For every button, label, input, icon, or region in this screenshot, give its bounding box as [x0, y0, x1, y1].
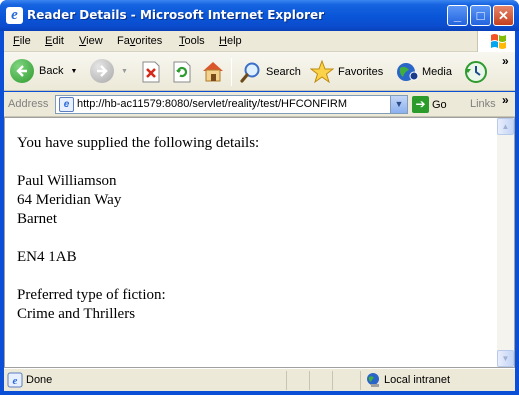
zone-label: Local intranet	[384, 374, 451, 386]
home-button[interactable]	[201, 59, 225, 83]
scroll-up-button[interactable]: ▲	[497, 118, 514, 135]
address-line-1: 64 Meridian Way	[17, 192, 122, 208]
stop-button[interactable]	[141, 61, 161, 83]
refresh-button[interactable]	[172, 61, 192, 83]
scroll-down-button[interactable]: ▼	[497, 350, 514, 367]
menu-help[interactable]: Help	[219, 35, 242, 47]
zone-cell: Local intranet	[360, 371, 515, 390]
status-text: Done	[26, 374, 53, 386]
menu-edit[interactable]: Edit	[45, 35, 64, 47]
back-dropdown-icon[interactable]: ▼	[70, 68, 77, 75]
back-label: Back	[39, 65, 64, 77]
reader-name: Paul Williamson	[17, 173, 117, 189]
reader-details-document: You have supplied the following details:…	[17, 134, 487, 324]
favorites-label: Favorites	[338, 66, 384, 78]
browser-window: e Reader Details - Microsoft Internet Ex…	[0, 0, 519, 395]
back-icon	[10, 59, 34, 83]
forward-dropdown-icon[interactable]: ▼	[121, 68, 128, 75]
address-input[interactable]: e http://hb-ac11579:8080/servlet/reality…	[55, 95, 408, 114]
status-cell	[332, 371, 354, 390]
page-content: You have supplied the following details:…	[4, 117, 515, 368]
close-icon: ✕	[498, 8, 509, 23]
fiction-label: Preferred type of fiction:	[17, 287, 166, 303]
title-bar[interactable]: e Reader Details - Microsoft Internet Ex…	[0, 0, 519, 31]
toolbar-overflow-chevron[interactable]: »	[502, 54, 509, 68]
search-button[interactable]: Search	[240, 61, 301, 83]
ie-logo-icon[interactable]: e	[6, 7, 23, 24]
stop-icon	[142, 61, 160, 83]
address-bar: Address e http://hb-ac11579:8080/servlet…	[4, 92, 515, 117]
history-button[interactable]	[463, 59, 489, 85]
address-label: Address	[8, 98, 49, 110]
go-arrow-icon: ➔	[412, 96, 429, 113]
intro-text: You have supplied the following details:	[17, 135, 260, 151]
menu-tools[interactable]: Tools	[179, 35, 205, 47]
fiction-value: Crime and Thrillers	[17, 306, 136, 322]
forward-icon	[90, 59, 114, 83]
toolbar-separator	[231, 58, 232, 86]
history-icon	[465, 61, 487, 83]
status-cell	[286, 371, 308, 390]
maximize-button[interactable]: □	[470, 5, 491, 26]
address-line-2: Barnet	[17, 211, 57, 227]
menu-file[interactable]: File	[13, 35, 31, 47]
menu-view[interactable]: View	[79, 35, 103, 47]
back-button[interactable]: Back ▼	[10, 59, 77, 83]
links-overflow-chevron[interactable]: »	[502, 93, 509, 107]
windows-logo-icon	[477, 31, 515, 52]
search-label: Search	[266, 66, 301, 78]
forward-button[interactable]: ▼	[90, 59, 128, 83]
search-icon	[240, 62, 260, 83]
page-done-icon: e	[7, 372, 23, 388]
links-label[interactable]: Links	[470, 98, 496, 110]
favorites-star-icon	[310, 60, 334, 84]
media-icon	[397, 63, 419, 81]
window-title: Reader Details - Microsoft Internet Expl…	[27, 8, 325, 22]
favorites-button[interactable]: Favorites	[310, 60, 383, 84]
status-cell	[309, 371, 331, 390]
go-label: Go	[432, 98, 447, 111]
page-icon: e	[59, 97, 74, 112]
vertical-scrollbar[interactable]: ▲ ▼	[497, 118, 514, 367]
minimize-button[interactable]: _	[447, 5, 468, 26]
media-label: Media	[422, 66, 452, 78]
local-intranet-icon	[367, 373, 379, 387]
refresh-icon	[173, 61, 191, 83]
go-button[interactable]: ➔ Go	[412, 96, 447, 113]
maximize-icon: □	[476, 8, 485, 23]
status-bar: e Done Local intranet	[4, 368, 515, 391]
svg-text:e: e	[13, 375, 18, 387]
address-dropdown-icon[interactable]: ▼	[390, 96, 407, 113]
address-url[interactable]: http://hb-ac11579:8080/servlet/reality/t…	[77, 98, 347, 110]
menu-bar: File Edit View Favorites Tools Help	[4, 31, 515, 52]
postcode: EN4 1AB	[17, 249, 77, 265]
menu-favorites[interactable]: Favorites	[117, 35, 162, 47]
minimize-icon: _	[453, 8, 462, 23]
standard-toolbar: Back ▼ ▼ Search Favorites Media »	[4, 52, 515, 91]
home-icon	[203, 62, 223, 82]
close-button[interactable]: ✕	[493, 5, 514, 26]
media-button[interactable]: Media	[395, 60, 452, 84]
